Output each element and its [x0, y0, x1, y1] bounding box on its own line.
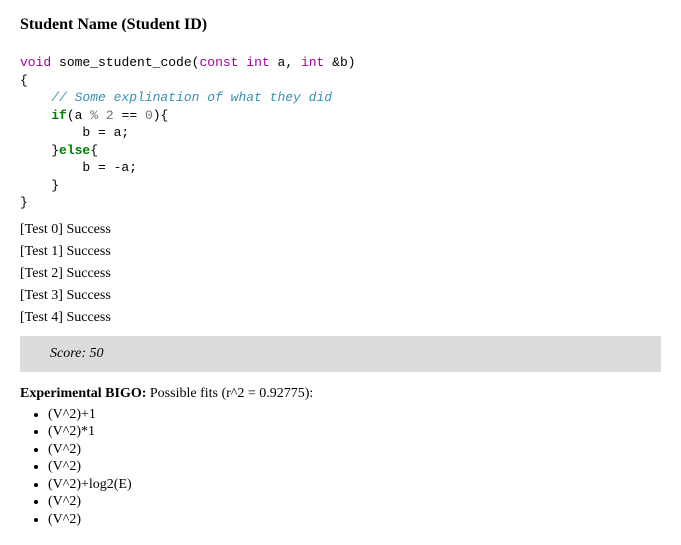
percent-op: %	[90, 108, 98, 123]
code-block: void some_student_code(const int a, int …	[20, 54, 661, 212]
keyword-const: const	[199, 55, 238, 70]
test-result-row: [Test 2] Success	[20, 266, 661, 282]
list-item: (V^2)*1	[48, 423, 661, 441]
keyword-int: int	[246, 55, 269, 70]
list-item: (V^2)+1	[48, 406, 661, 424]
param-b: &b	[332, 55, 348, 70]
list-item: (V^2)+log2(E)	[48, 476, 661, 494]
code-comment: // Some explination of what they did	[51, 90, 332, 105]
function-name: some_student_code	[59, 55, 192, 70]
keyword-else: else	[59, 143, 90, 158]
test-status: Success	[66, 222, 110, 237]
test-result-row: [Test 4] Success	[20, 310, 661, 326]
literal-2: 2	[106, 108, 114, 123]
page-title: Student Name (Student ID)	[20, 16, 661, 34]
list-item: (V^2)	[48, 511, 661, 529]
test-result-row: [Test 3] Success	[20, 288, 661, 304]
keyword-if: if	[51, 108, 67, 123]
bigo-suffix: Possible fits (r^2 = 0.92775):	[146, 386, 313, 401]
score-panel: Score: 50	[20, 336, 661, 372]
keyword-void: void	[20, 55, 51, 70]
list-item: (V^2)	[48, 441, 661, 459]
bigo-fit-list: (V^2)+1 (V^2)*1 (V^2) (V^2) (V^2)+log2(E…	[20, 406, 661, 529]
test-status: Success	[66, 310, 110, 325]
stmt-assign-1: b = a;	[82, 125, 129, 140]
test-result-row: [Test 1] Success	[20, 244, 661, 260]
list-item: (V^2)	[48, 493, 661, 511]
bigo-label: Experimental BIGO:	[20, 386, 146, 401]
keyword-int: int	[301, 55, 324, 70]
stmt-assign-2: b = -a;	[82, 160, 137, 175]
param-a: a	[278, 55, 286, 70]
test-status: Success	[66, 266, 110, 281]
bigo-heading: Experimental BIGO: Possible fits (r^2 = …	[20, 386, 661, 402]
test-status: Success	[66, 244, 110, 259]
test-status: Success	[66, 288, 110, 303]
test-label: [Test 3]	[20, 288, 63, 303]
test-result-row: [Test 0] Success	[20, 222, 661, 238]
list-item: (V^2)	[48, 458, 661, 476]
eq-op: ==	[122, 108, 138, 123]
literal-0: 0	[145, 108, 153, 123]
test-label: [Test 0]	[20, 222, 63, 237]
test-label: [Test 4]	[20, 310, 63, 325]
score-value: Score: 50	[26, 346, 104, 361]
test-label: [Test 1]	[20, 244, 63, 259]
test-label: [Test 2]	[20, 266, 63, 281]
cond-var-a: a	[75, 108, 83, 123]
